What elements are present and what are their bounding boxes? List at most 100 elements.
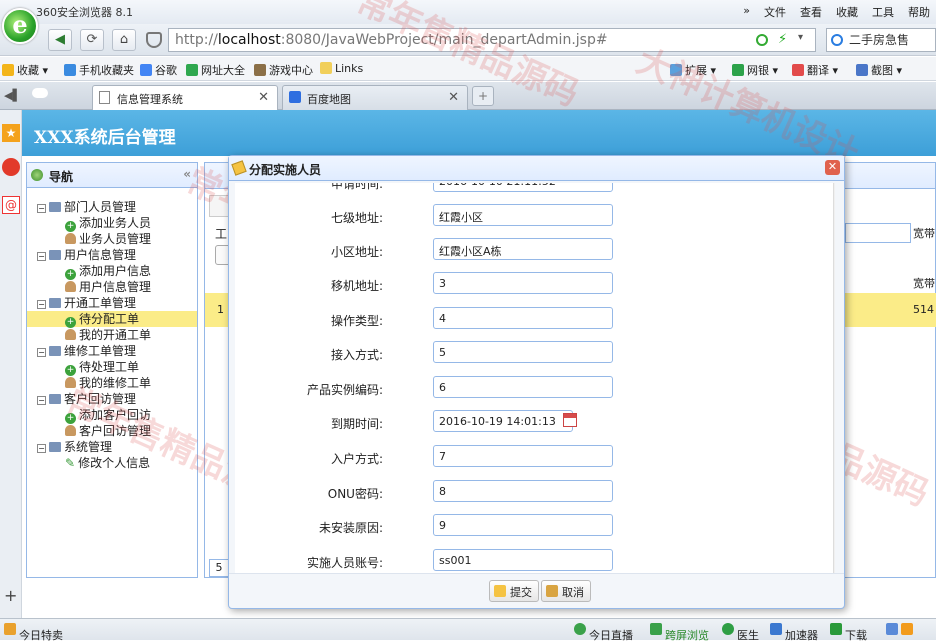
sidebar-item[interactable]: 我的开通工单 <box>27 327 197 343</box>
toggle-icon[interactable]: − <box>37 252 46 261</box>
field-value: 4 <box>439 312 446 325</box>
sidebar-item[interactable]: 用户信息管理 <box>27 279 197 295</box>
fav-screenshot[interactable]: 截图 ▾ <box>856 62 902 78</box>
calendar-icon[interactable] <box>563 413 577 427</box>
plus-icon <box>722 623 734 635</box>
toggle-icon[interactable]: − <box>37 444 46 453</box>
sidebar-item[interactable]: + 待处理工单 <box>27 359 197 376</box>
favorite-star-icon[interactable]: ★ <box>2 124 20 142</box>
sidebar-item[interactable]: + 待分配工单 <box>27 311 197 328</box>
user-icon <box>65 233 76 244</box>
sidebar-item[interactable]: − 维修工单管理 <box>27 343 197 359</box>
edit-toolbar-button[interactable] <box>209 195 229 217</box>
field-value: 5 <box>439 346 446 359</box>
sidebar-item[interactable]: 我的维修工单 <box>27 375 197 391</box>
refresh-button[interactable]: ⟳ <box>80 29 104 51</box>
dialog-scrollbar[interactable]: ▲ ▼ <box>833 183 835 573</box>
browser-title: 360安全浏览器 8.1 <box>36 6 133 19</box>
fav-games[interactable]: 游戏中心 <box>254 62 313 78</box>
col-kuandai-2: 宽带 <box>913 277 935 290</box>
sidebar-item[interactable]: + 添加客户回访 <box>27 407 197 424</box>
sidebar-item[interactable]: − 系统管理 <box>27 439 197 455</box>
back-button[interactable]: ◀ <box>48 29 72 51</box>
collapse-icon[interactable]: « <box>183 167 191 181</box>
sidebar-item[interactable]: 客户回访管理 <box>27 423 197 439</box>
sidebar-item[interactable]: 业务人员管理 <box>27 231 197 247</box>
close-icon[interactable]: ✕ <box>825 160 840 175</box>
field-input[interactable]: 9 <box>433 514 613 536</box>
menu-file[interactable]: 文件 <box>764 4 786 20</box>
sidebar-item[interactable]: ✎ 修改个人信息 <box>27 455 197 471</box>
lightning-icon[interactable]: ⚡ <box>778 32 787 47</box>
toggle-icon[interactable]: − <box>37 300 46 309</box>
status-download[interactable]: 下载 <box>830 623 867 642</box>
toggle-icon[interactable]: − <box>37 204 46 213</box>
menu-favorites[interactable]: 收藏 <box>836 4 858 20</box>
submit-button[interactable]: 提交 <box>489 580 539 602</box>
field-input[interactable]: 红霞小区 <box>433 204 613 226</box>
url-path: :8080/JavaWebProject/main_departAdmin.js… <box>280 32 608 48</box>
page-size-select[interactable]: 5 <box>209 559 229 577</box>
new-tab-button[interactable]: + <box>472 86 494 106</box>
status-cross-screen[interactable]: 跨屏浏览 <box>650 623 709 642</box>
sidebar-item[interactable]: − 开通工单管理 <box>27 295 197 311</box>
fav-sites[interactable]: 网址大全 <box>186 62 245 78</box>
sidebar-toggle-icon[interactable]: ◀▌ <box>4 89 21 102</box>
gamepad-icon <box>254 64 266 76</box>
search-input[interactable]: 二手房急售 <box>826 28 936 52</box>
fav-google[interactable]: 谷歌 <box>140 62 177 78</box>
weibo-icon[interactable] <box>2 158 20 176</box>
mail-icon[interactable]: @ <box>2 196 20 214</box>
security-status-icon[interactable] <box>756 34 768 46</box>
field-input[interactable]: 7 <box>433 445 613 467</box>
field-input[interactable]: 6 <box>433 376 613 398</box>
fav-translate[interactable]: 翻译 ▾ <box>792 62 838 78</box>
sidebar-item[interactable]: − 客户回访管理 <box>27 391 197 407</box>
field-input[interactable]: 红霞小区A栋 <box>433 238 613 260</box>
url-input[interactable]: http://localhost:8080/JavaWebProject/mai… <box>168 28 816 52</box>
dropdown-arrow-icon[interactable]: ▾ <box>798 32 803 43</box>
close-tab-icon[interactable]: ✕ <box>448 90 459 105</box>
fav-links[interactable]: Links <box>320 62 363 75</box>
status-doctor[interactable]: 医生 <box>722 623 759 642</box>
home-button[interactable]: ⌂ <box>112 29 136 51</box>
tab-info-system[interactable]: 信息管理系统 ✕ <box>92 85 278 110</box>
sidebar-item-label: 客户回访管理 <box>79 424 152 438</box>
menu-more[interactable]: » <box>743 4 750 20</box>
status-accelerator[interactable]: 加速器 <box>770 623 818 642</box>
menu-tools[interactable]: 工具 <box>872 4 894 20</box>
field-input[interactable]: 2016-10-19 14:01:13 <box>433 410 573 432</box>
shield-icon[interactable] <box>146 32 162 48</box>
add-icon[interactable]: + <box>4 586 17 605</box>
sidebar-item-label: 系统管理 <box>64 440 113 454</box>
menu-help[interactable]: 帮助 <box>908 4 930 20</box>
close-tab-icon[interactable]: ✕ <box>258 90 269 105</box>
fav-mobile[interactable]: 手机收藏夹 <box>64 62 134 78</box>
status-sale[interactable]: 今日特卖 <box>4 623 63 642</box>
field-input[interactable]: 2016-10-10 21:11:52 <box>433 183 613 192</box>
sidebar-item[interactable]: − 用户信息管理 <box>27 247 197 263</box>
sidebar-item[interactable]: + 添加业务人员 <box>27 215 197 232</box>
field-input[interactable]: 4 <box>433 307 613 329</box>
fav-bank[interactable]: 网银 ▾ <box>732 62 778 78</box>
status-extra-icons[interactable] <box>886 623 916 636</box>
field-input[interactable]: 3 <box>433 272 613 294</box>
fav-extensions[interactable]: 扩展 ▾ <box>670 62 716 78</box>
fav-collect[interactable]: 收藏 ▾ <box>2 62 48 78</box>
sidebar-item[interactable]: − 部门人员管理 <box>27 199 197 215</box>
sidebar-item[interactable]: + 添加用户信息 <box>27 263 197 280</box>
toggle-icon[interactable]: − <box>37 396 46 405</box>
main-filter-input[interactable] <box>845 223 911 243</box>
cancel-button[interactable]: 取消 <box>541 580 591 602</box>
tab-baidu-map[interactable]: 百度地图 ✕ <box>282 85 468 110</box>
sidebar-item-label: 待分配工单 <box>79 312 140 326</box>
status-live[interactable]: 今日直播 <box>574 623 633 642</box>
field-label: 申请时间: <box>330 183 383 191</box>
field-input[interactable]: ss001 <box>433 549 613 571</box>
cloud-icon[interactable] <box>32 88 48 98</box>
browser-logo-icon: e <box>2 8 38 44</box>
field-input[interactable]: 8 <box>433 480 613 502</box>
menu-view[interactable]: 查看 <box>800 4 822 20</box>
toggle-icon[interactable]: − <box>37 348 46 357</box>
field-input[interactable]: 5 <box>433 341 613 363</box>
